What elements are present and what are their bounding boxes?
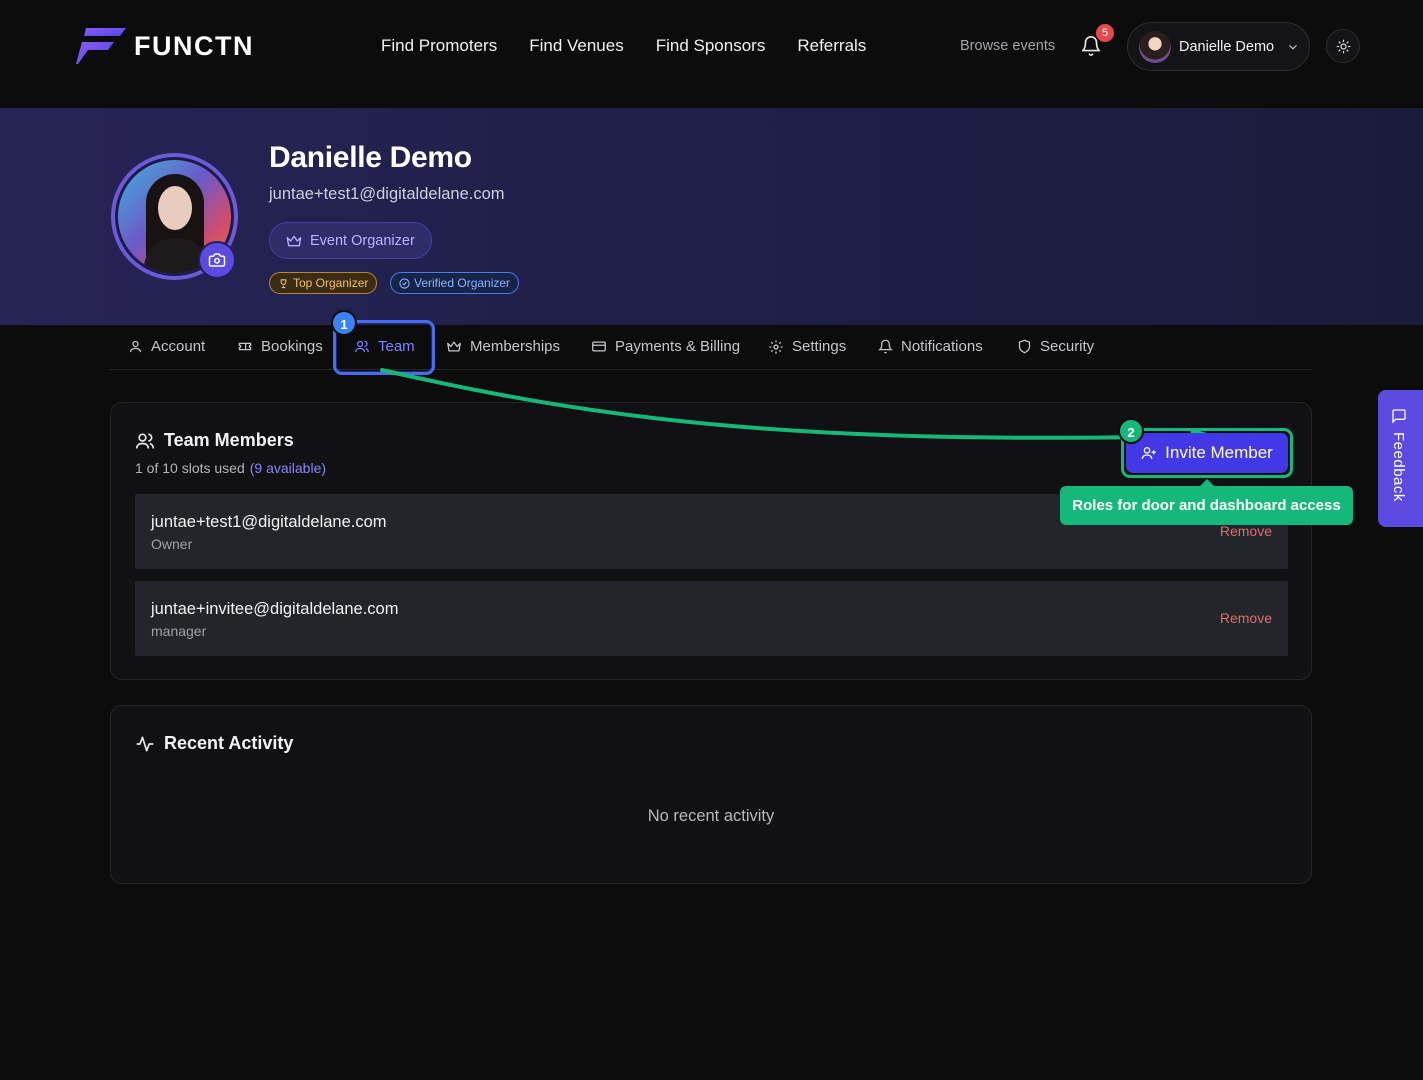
top-organizer-badge: Top Organizer — [269, 272, 378, 294]
user-plus-icon — [1141, 447, 1156, 460]
brand-name: FUNCTN — [134, 30, 254, 61]
top-navigation-bar: FUNCTN Find Promoters Find Venues Find S… — [0, 0, 1423, 108]
message-icon — [1392, 409, 1406, 424]
tab-payments-billing[interactable]: Payments & Billing — [591, 338, 740, 355]
change-photo-button[interactable] — [198, 241, 236, 279]
theme-toggle-button[interactable] — [1326, 29, 1360, 63]
users-icon — [135, 433, 155, 449]
tab-security[interactable]: Security — [1017, 338, 1094, 355]
credit-card-icon — [592, 341, 606, 352]
role-badge-label: Event Organizer — [310, 232, 415, 249]
browse-events-link[interactable]: Browse events — [960, 38, 1055, 54]
role-badge[interactable]: Event Organizer — [269, 222, 432, 259]
empty-state-text: No recent activity — [647, 807, 775, 825]
annotation-tooltip: Roles for door and dashboard access — [1060, 479, 1353, 525]
functn-logo-icon — [76, 28, 126, 64]
recent-activity-title: Recent Activity — [135, 733, 293, 754]
step-marker-2: 2 — [1118, 418, 1144, 444]
tab-notifications[interactable]: Notifications — [878, 338, 983, 355]
camera-icon — [208, 253, 226, 267]
ticket-icon — [238, 342, 252, 351]
member-role: Owner — [151, 536, 193, 552]
gear-icon — [769, 339, 783, 354]
member-email: juntae+test1@digitaldelane.com — [151, 513, 387, 531]
nav-find-promoters[interactable]: Find Promoters — [381, 36, 497, 56]
crown-icon — [447, 341, 461, 352]
remove-member-button[interactable]: Remove — [1220, 523, 1272, 539]
user-menu-name: Danielle Demo — [1179, 38, 1275, 55]
invite-member-button[interactable]: Invite Member — [1126, 433, 1288, 473]
tab-settings[interactable]: Settings — [768, 338, 846, 355]
feedback-label: Feedback — [1390, 432, 1407, 502]
bell-icon — [878, 339, 893, 354]
settings-tabs: Account Bookings Team Memberships Paymen… — [110, 325, 1312, 370]
nav-find-sponsors[interactable]: Find Sponsors — [656, 36, 766, 56]
verified-organizer-badge: Verified Organizer — [390, 272, 520, 294]
feedback-tab[interactable]: Feedback — [1378, 390, 1423, 527]
chevron-down-icon — [1289, 44, 1298, 50]
nav-find-venues[interactable]: Find Venues — [529, 36, 624, 56]
step-marker-1: 1 — [331, 310, 357, 336]
slots-usage: 1 of 10 slots used (9 available) — [135, 460, 327, 476]
crown-icon — [286, 235, 302, 246]
shield-icon — [1018, 339, 1031, 354]
check-circle-icon — [399, 277, 410, 289]
table-row: juntae+invitee@digitaldelane.com manager… — [135, 581, 1288, 656]
member-email: juntae+invitee@digitaldelane.com — [151, 600, 399, 618]
notification-count-badge: 5 — [1096, 24, 1114, 42]
recent-activity-card: Recent Activity No recent activity — [110, 705, 1312, 884]
tab-bookings[interactable]: Bookings — [237, 338, 323, 355]
member-role: manager — [151, 623, 207, 639]
trophy-icon — [280, 278, 287, 288]
user-icon — [129, 340, 142, 353]
profile-name: Danielle Demo — [269, 141, 472, 174]
nav-referrals[interactable]: Referrals — [797, 36, 866, 56]
profile-email: juntae+test1@digitaldelane.com — [269, 185, 505, 203]
activity-icon — [136, 736, 154, 751]
tab-memberships[interactable]: Memberships — [446, 338, 560, 355]
tab-account[interactable]: Account — [128, 338, 205, 355]
avatar — [1139, 30, 1171, 63]
sun-icon — [1336, 39, 1350, 53]
slots-available: (9 available) — [249, 460, 327, 476]
user-menu-button[interactable]: Danielle Demo — [1127, 22, 1310, 71]
team-members-title: Team Members — [135, 430, 294, 451]
main-nav: Find Promoters Find Venues Find Sponsors… — [381, 36, 866, 56]
brand-logo[interactable]: FUNCTN — [76, 28, 254, 64]
remove-member-button[interactable]: Remove — [1220, 610, 1272, 626]
